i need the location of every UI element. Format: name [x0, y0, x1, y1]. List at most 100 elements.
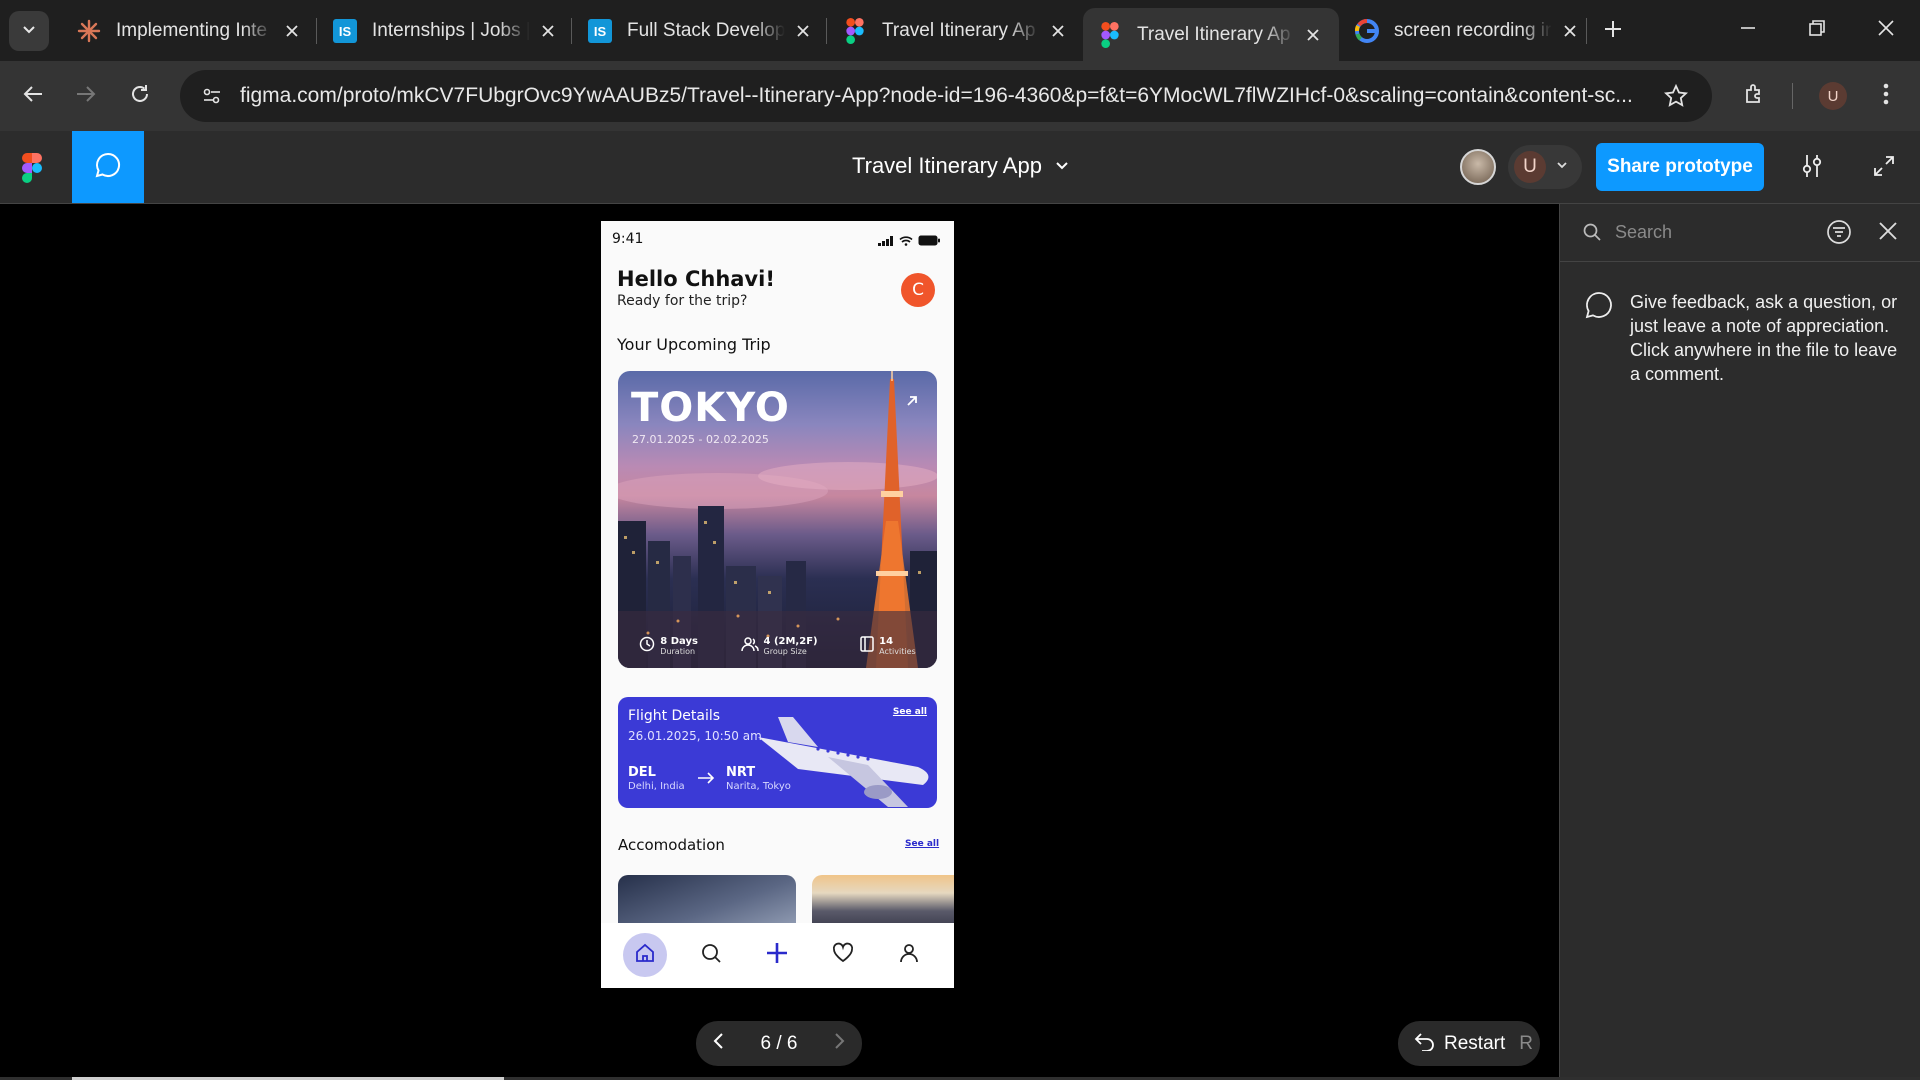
profile-avatar[interactable]: C: [901, 273, 935, 307]
figma-logo-icon[interactable]: [22, 153, 50, 185]
minimize-icon: [1739, 19, 1757, 42]
comment-icon: [1584, 290, 1614, 386]
comments-empty-state: Give feedback, ask a question, or just l…: [1584, 290, 1904, 386]
file-title: Travel Itinerary App: [852, 153, 1042, 178]
url-text[interactable]: figma.com/proto/mkCV7FUbgrOvc9YwAAUBz5/T…: [240, 84, 1640, 108]
close-icon[interactable]: [1875, 218, 1901, 249]
restore-button[interactable]: [1789, 10, 1845, 50]
flight-from-city: Delhi, India: [628, 781, 685, 792]
tab-search-button[interactable]: [9, 11, 49, 51]
frame-pager: 6 / 6: [696, 1021, 862, 1066]
plus-icon: [765, 941, 789, 969]
stat-value: 4 (2M,2F): [763, 636, 818, 647]
forward-button[interactable]: [66, 76, 106, 116]
figma-icon: [1097, 21, 1123, 48]
flight-from-code: DEL: [628, 765, 656, 780]
search-input[interactable]: Search: [1615, 222, 1672, 243]
browser-tab-active[interactable]: Travel Itinerary Ap: [1083, 8, 1339, 61]
browser-tab[interactable]: IS Internships | Jobs |: [318, 8, 574, 53]
figma-icon: [842, 17, 868, 44]
wifi-icon: [899, 231, 913, 250]
accommodation-see-all-link[interactable]: See all: [905, 839, 939, 849]
nav-add[interactable]: [755, 933, 799, 977]
new-tab-button[interactable]: [1596, 14, 1630, 48]
trip-stats: 8 Days Duration 4 (2M,2F) Group Size 14 Act…: [618, 624, 937, 668]
bookmark-star-icon[interactable]: [1660, 80, 1692, 112]
file-title-dropdown[interactable]: Travel Itinerary App: [852, 153, 1070, 179]
status-time: 9:41: [612, 231, 644, 247]
prototype-frame[interactable]: 9:41 Hello Chhavi! Ready for the trip? C…: [601, 221, 954, 988]
tab-title: Internships | Jobs |: [372, 19, 530, 41]
comments-hint: Give feedback, ask a question, or just l…: [1630, 292, 1898, 384]
puzzle-icon: [1743, 82, 1767, 111]
close-icon[interactable]: [1301, 23, 1325, 47]
stat-value: 8 Days: [660, 636, 698, 647]
nav-profile[interactable]: [887, 933, 931, 977]
close-icon[interactable]: [1046, 19, 1070, 43]
close-icon[interactable]: [791, 19, 815, 43]
sliders-icon: [1799, 153, 1825, 184]
close-window-button[interactable]: [1858, 10, 1914, 50]
user-menu[interactable]: U: [1508, 145, 1582, 189]
browser-tab[interactable]: screen recording ir: [1340, 8, 1596, 53]
fullscreen-button[interactable]: [1867, 151, 1901, 185]
svg-text:IS: IS: [594, 24, 607, 39]
browser-menu-button[interactable]: [1866, 76, 1906, 116]
comments-search: Search: [1560, 204, 1920, 262]
back-button[interactable]: [13, 76, 53, 116]
tab-title: Full Stack Develop: [627, 19, 785, 41]
heart-icon: [832, 942, 854, 968]
flight-title: Flight Details: [628, 708, 721, 724]
trip-card[interactable]: TOKYO 27.01.2025 - 02.02.2025 8 Days Dura…: [618, 371, 937, 668]
close-icon[interactable]: [536, 19, 560, 43]
flight-to-city: Narita, Tokyo: [726, 781, 791, 792]
browser-tab[interactable]: Travel Itinerary Ap: [828, 8, 1084, 53]
share-prototype-button[interactable]: Share prototype: [1596, 143, 1764, 191]
internshala-icon: IS: [332, 18, 358, 44]
site-info-icon[interactable]: [190, 74, 234, 118]
tab-separator: [316, 18, 317, 44]
chevron-down-icon: [1054, 153, 1070, 179]
restart-icon: [1414, 1031, 1436, 1057]
nav-favorites[interactable]: [821, 933, 865, 977]
home-icon: [634, 942, 656, 968]
greeting: Hello Chhavi!: [617, 267, 775, 291]
browser-tab[interactable]: Implementing Inte: [62, 8, 318, 53]
toolbar-separator: [1792, 83, 1793, 109]
flight-details-card[interactable]: Flight Details See all 26.01.2025, 10:50…: [618, 697, 937, 808]
figma-header: Travel Itinerary App U Share prototype: [0, 131, 1920, 204]
address-bar[interactable]: figma.com/proto/mkCV7FUbgrOvc9YwAAUBz5/T…: [180, 70, 1712, 122]
browser-toolbar: figma.com/proto/mkCV7FUbgrOvc9YwAAUBz5/T…: [0, 61, 1920, 131]
extensions-button[interactable]: [1735, 76, 1775, 116]
flight-see-all-link[interactable]: See all: [893, 707, 927, 717]
stat-label: Duration: [660, 647, 696, 656]
battery-icon: [918, 231, 940, 250]
minimize-button[interactable]: [1720, 10, 1776, 50]
user-avatar: U: [1514, 151, 1546, 183]
nav-search[interactable]: [689, 933, 733, 977]
restart-button[interactable]: Restart R: [1398, 1021, 1540, 1066]
tab-title: Travel Itinerary Ap: [1137, 23, 1291, 45]
avatar: U: [1819, 82, 1847, 110]
search-icon: [700, 942, 722, 968]
collaborator-avatar[interactable]: [1460, 149, 1496, 185]
previous-frame-icon[interactable]: [712, 1032, 726, 1055]
frame-counter: 6 / 6: [760, 1032, 798, 1054]
external-link-icon[interactable]: [905, 393, 919, 412]
comment-mode-button[interactable]: [72, 131, 144, 203]
prototype-settings-button[interactable]: [1795, 151, 1829, 185]
profile-button[interactable]: U: [1813, 76, 1853, 116]
close-icon[interactable]: [1558, 19, 1582, 43]
nav-home[interactable]: [623, 933, 667, 977]
filter-icon[interactable]: [1825, 218, 1853, 251]
stat-label: Activities: [879, 647, 916, 656]
chevron-down-icon: [1556, 158, 1568, 176]
reload-button[interactable]: [120, 76, 160, 116]
next-frame-icon[interactable]: [832, 1032, 846, 1055]
browser-tab[interactable]: IS Full Stack Develop: [573, 8, 829, 53]
plus-icon: [1603, 19, 1623, 44]
close-icon[interactable]: [280, 19, 304, 43]
stat-value: 14: [879, 636, 894, 647]
signal-icon: [878, 231, 894, 250]
tab-separator: [826, 18, 827, 44]
